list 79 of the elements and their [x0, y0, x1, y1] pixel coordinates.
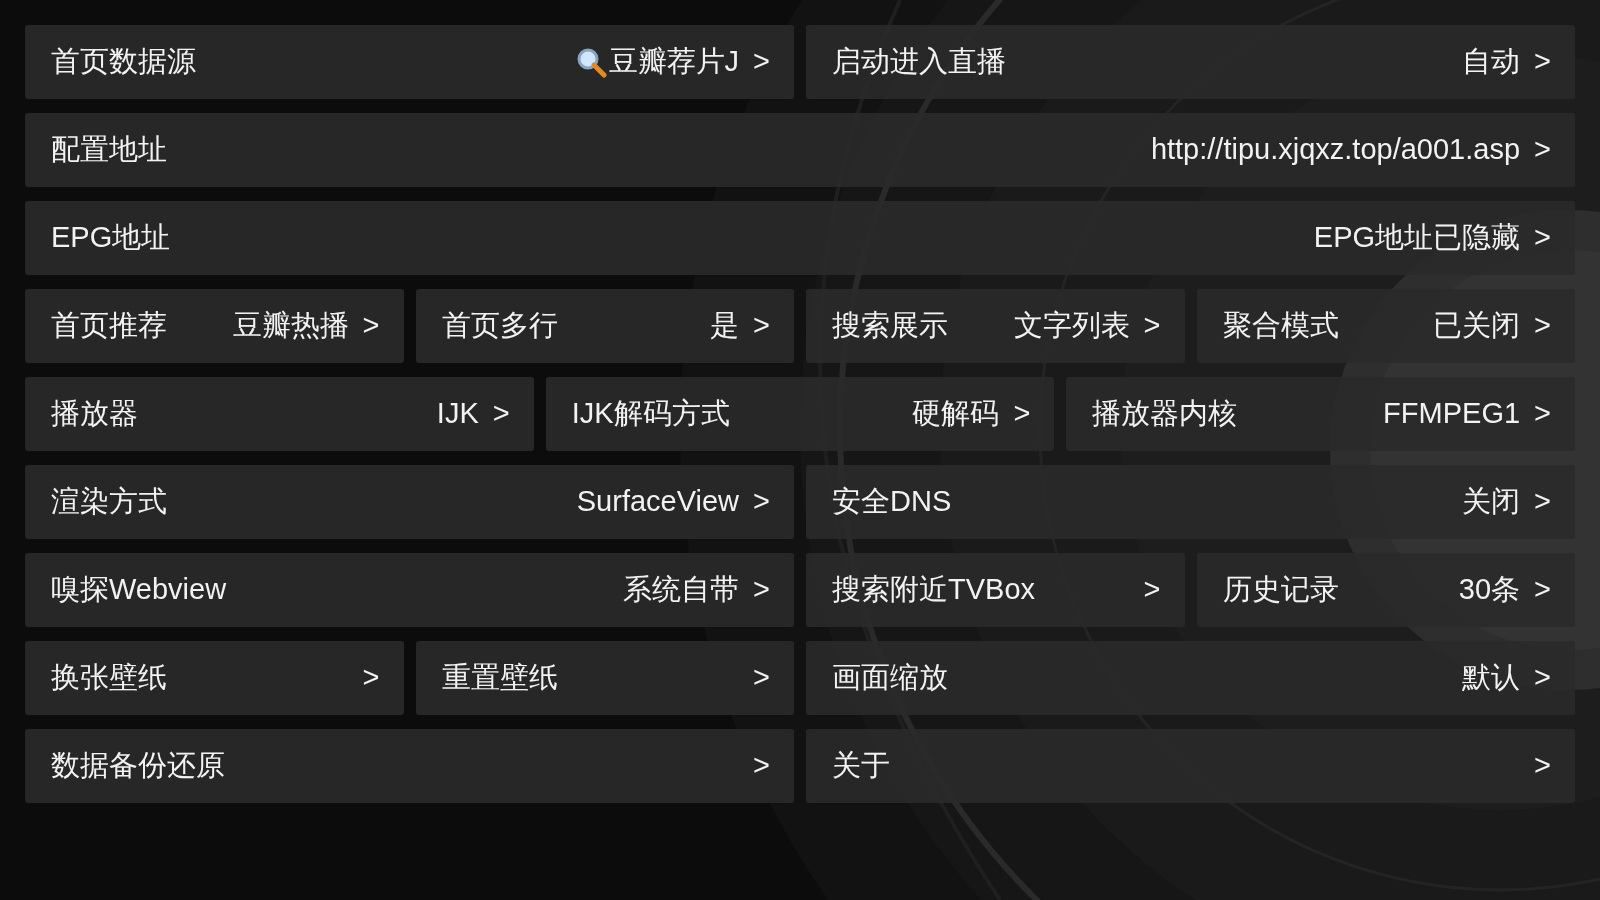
setting-value: 自动: [1462, 44, 1521, 80]
setting-label: EPG地址: [51, 220, 171, 256]
setting-value: FFMPEG1: [1383, 396, 1521, 432]
chevron: >: [1534, 572, 1551, 608]
setting-item[interactable]: 首页多行 是 >: [415, 289, 794, 363]
setting-label: 数据备份还原: [51, 748, 225, 784]
chevron: >: [1534, 308, 1551, 344]
setting-value: 30条: [1458, 572, 1521, 608]
setting-item[interactable]: 历史记录 30条 >: [1196, 553, 1575, 627]
setting-label: 画面缩放: [832, 660, 948, 696]
chevron: >: [362, 308, 380, 344]
setting-item[interactable]: 配置地址 http://tipu.xjqxz.top/a001.asp >: [25, 113, 1575, 187]
setting-item[interactable]: 搜索附近TVBox >: [806, 553, 1185, 627]
setting-item[interactable]: 渲染方式 SurfaceView >: [25, 465, 794, 539]
setting-item[interactable]: 关于 >: [806, 729, 1575, 803]
setting-item[interactable]: 播放器内核 FFMPEG1 >: [1066, 377, 1575, 451]
setting-value: SurfaceView: [576, 484, 740, 520]
setting-label: 聚合模式: [1222, 308, 1339, 344]
setting-item[interactable]: 播放器 IJK >: [25, 377, 534, 451]
setting-label: 换张壁纸: [51, 660, 167, 696]
setting-label: 配置地址: [51, 132, 167, 168]
chevron: >: [1534, 748, 1551, 784]
setting-value: 是: [710, 308, 740, 344]
setting-label: 播放器内核: [1092, 396, 1238, 432]
chevron: >: [753, 484, 770, 520]
chevron: >: [1534, 132, 1551, 168]
chevron: >: [753, 308, 770, 344]
setting-label: 渲染方式: [51, 484, 167, 520]
chevron: >: [753, 572, 770, 608]
setting-item[interactable]: 首页数据源 豆瓣荐片J >: [25, 25, 794, 99]
chevron: >: [1013, 396, 1031, 432]
setting-item[interactable]: 安全DNS 关闭 >: [806, 465, 1575, 539]
setting-item[interactable]: 数据备份还原 >: [25, 729, 794, 803]
setting-label: 搜索附近TVBox: [832, 572, 1036, 608]
chevron: >: [1534, 484, 1551, 520]
setting-item[interactable]: 搜索展示 文字列表 >: [806, 289, 1185, 363]
setting-label: 首页数据源: [51, 44, 196, 80]
setting-label: 安全DNS: [832, 484, 952, 520]
setting-label: 首页推荐: [51, 308, 167, 344]
setting-item[interactable]: 换张壁纸 >: [25, 641, 404, 715]
chevron: >: [753, 748, 770, 784]
setting-item[interactable]: 嗅探Webview 系统自带 >: [25, 553, 794, 627]
setting-value: 豆瓣荐片J: [608, 44, 740, 80]
setting-label: 重置壁纸: [441, 660, 558, 696]
setting-label: 嗅探Webview: [51, 572, 227, 608]
setting-item[interactable]: 首页推荐 豆瓣热播 >: [25, 289, 404, 363]
setting-label: 关于: [832, 748, 890, 784]
setting-value: 已关闭: [1433, 308, 1521, 344]
setting-value: 硬解码: [912, 396, 1000, 432]
chevron: >: [1534, 660, 1551, 696]
setting-label: 首页多行: [441, 308, 558, 344]
chevron: >: [492, 396, 510, 432]
chevron: >: [753, 44, 770, 80]
setting-item[interactable]: 聚合模式 已关闭 >: [1196, 289, 1575, 363]
chevron: >: [1534, 396, 1551, 432]
setting-item[interactable]: IJK解码方式 硬解码 >: [545, 377, 1055, 451]
setting-label: 搜索展示: [832, 308, 948, 344]
setting-value: 关闭: [1462, 484, 1521, 520]
setting-value: 豆瓣热播: [232, 308, 349, 344]
setting-label: 播放器: [51, 396, 138, 432]
setting-value: EPG地址已隐藏: [1313, 220, 1521, 256]
chevron: >: [1534, 220, 1551, 256]
chevron: >: [1143, 308, 1161, 344]
setting-value: 默认: [1462, 660, 1521, 696]
setting-label: 启动进入直播: [832, 44, 1006, 80]
setting-value: 文字列表: [1013, 308, 1130, 344]
setting-value: http://tipu.xjqxz.top/a001.asp: [1150, 132, 1521, 168]
setting-label: IJK解码方式: [571, 396, 730, 432]
setting-item[interactable]: 启动进入直播 自动 >: [806, 25, 1575, 99]
setting-value: IJK: [436, 396, 479, 432]
chevron: >: [1534, 44, 1551, 80]
chevron: >: [1143, 572, 1161, 608]
setting-item[interactable]: 重置壁纸 >: [415, 641, 794, 715]
chevron: >: [753, 660, 770, 696]
setting-value: 系统自带: [623, 572, 740, 608]
setting-item[interactable]: 画面缩放 默认 >: [806, 641, 1575, 715]
setting-item[interactable]: EPG地址 EPG地址已隐藏 >: [25, 201, 1575, 275]
chevron: >: [362, 660, 380, 696]
setting-label: 历史记录: [1222, 572, 1339, 608]
